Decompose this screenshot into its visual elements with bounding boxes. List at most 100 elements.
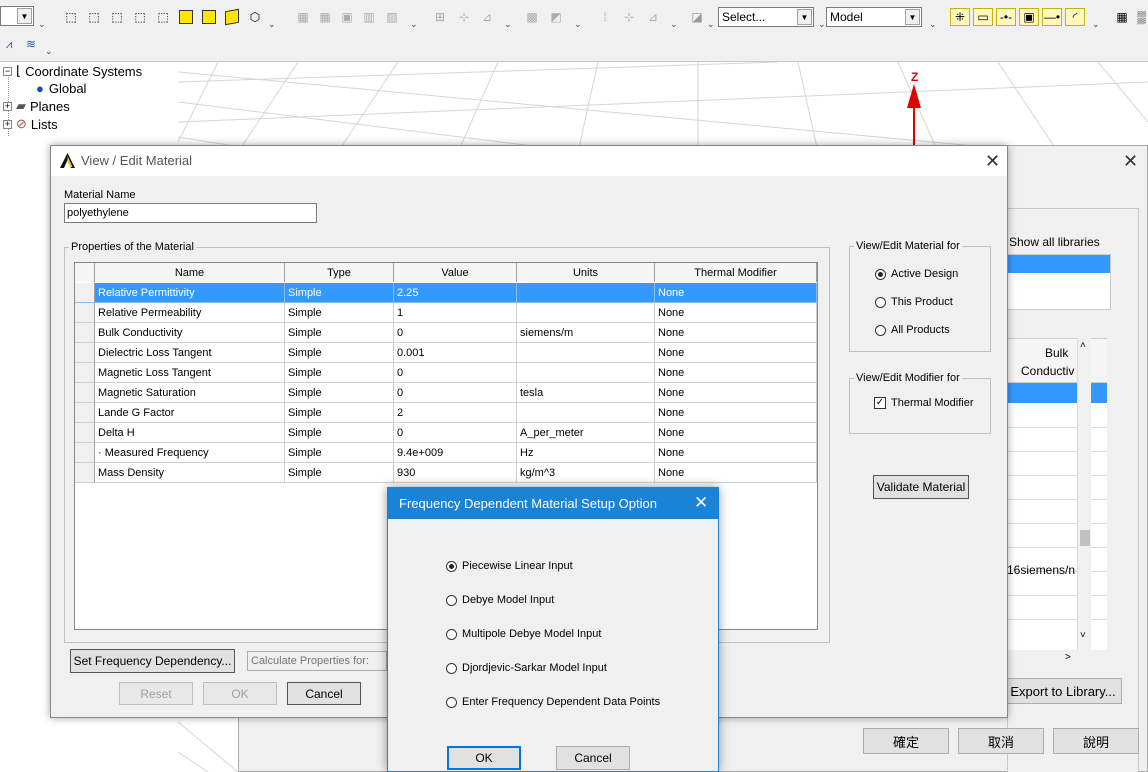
table-row[interactable]: Mass Density Simple 930 kg/m^3 None [75,463,817,483]
help-button[interactable]: 說明 [1053,728,1139,754]
table-cell-units[interactable]: tesla [517,383,655,403]
ok-button[interactable]: OK [203,682,277,705]
table-cell-units[interactable] [517,403,655,423]
row-header[interactable] [75,343,95,363]
show-all-libraries-label[interactable]: Show all libraries [1009,235,1100,249]
radio-debye-model[interactable]: Debye Model Input [446,594,554,606]
table-cell-value[interactable]: 0.001 [394,343,517,363]
column-header-name[interactable]: Name [95,263,285,282]
table-cell-name[interactable]: · Measured Frequency [95,443,285,463]
table-cell-units[interactable]: siemens/m [517,323,655,343]
radio-multipole-debye[interactable]: Multipole Debye Model Input [446,628,601,640]
toolbar-overflow-icon[interactable]: ⌄ [410,20,418,29]
table-cell-units[interactable]: A_per_meter [517,423,655,443]
radio-icon[interactable] [875,296,886,308]
table-cell-value[interactable]: 930 [394,463,517,483]
ok-button[interactable]: OK [447,746,521,770]
snap-quadrant-icon[interactable]: —• [1042,8,1062,26]
box-back-icon[interactable]: ⬚ [110,10,124,24]
toolbar-overflow-icon[interactable]: ⌄ [574,20,582,29]
toolbar-overflow-icon[interactable]: ⌄ [45,47,53,56]
checkmark-icon[interactable]: ✓ [874,397,886,409]
radio-icon[interactable] [875,324,886,336]
column-header-units[interactable]: Units [517,263,655,282]
radio-selected-icon[interactable] [446,560,457,572]
radio-icon[interactable] [446,696,457,708]
table-cell-thermal[interactable]: None [655,363,817,383]
chevron-up-icon[interactable]: ˄ [1080,340,1086,351]
radio-data-points[interactable]: Enter Frequency Dependent Data Points [446,696,660,708]
toolbar-combo-left[interactable]: ▼ [0,6,34,26]
table-cell-name[interactable]: Mass Density [95,463,285,483]
table-row[interactable]: · Measured Frequency Simple 9.4e+009 Hz None [75,443,817,463]
radio-djordjevic-sarkar[interactable]: Djordjevic-Sarkar Model Input [446,662,607,674]
box-trimetric-icon[interactable]: ⬡ [248,10,262,24]
chevron-right-icon[interactable]: > [1065,652,1071,663]
material-name-input[interactable] [64,203,317,223]
table-cell-value[interactable]: 9.4e+009 [394,443,517,463]
snap-face-center-icon[interactable]: ▣ [1019,8,1039,26]
snap-vertex-icon[interactable]: ▭ [973,8,993,26]
table-cell-thermal[interactable]: None [655,383,817,403]
table-cell-type[interactable]: Simple [285,463,394,483]
row-header[interactable] [75,463,95,483]
grid-icon[interactable]: ▦ [1112,8,1132,26]
calculate-properties-field[interactable] [247,651,387,671]
table-cell-value[interactable]: 2 [394,403,517,423]
box-wireframe-icon[interactable]: ⬚ [64,10,78,24]
row-header[interactable] [75,403,95,423]
table-cell-value[interactable]: 2.25 [394,283,517,303]
set-frequency-dependency-button[interactable]: Set Frequency Dependency... [70,649,235,673]
library-list[interactable] [1007,254,1111,310]
radio-this-product[interactable]: This Product [875,296,953,308]
library-list-selected[interactable] [1008,255,1110,273]
expand-icon[interactable]: + [3,119,12,129]
radio-icon[interactable] [446,628,457,640]
table-cell-value[interactable]: 0 [394,363,517,383]
table-cell-name[interactable]: Bulk Conductivity [95,323,285,343]
close-icon[interactable]: ✕ [1123,152,1138,170]
row-header[interactable] [75,283,95,303]
cancel-button[interactable]: 取消 [958,728,1044,754]
row-header[interactable] [75,443,95,463]
radio-piecewise-linear[interactable]: Piecewise Linear Input [446,560,573,572]
thermal-modifier-checkbox[interactable]: ✓ Thermal Modifier [874,397,974,409]
ok-button[interactable]: 確定 [863,728,949,754]
export-to-library-button[interactable]: Export to Library... [1004,678,1122,704]
row-header[interactable] [75,303,95,323]
table-row[interactable]: Relative Permittivity Simple 2.25 None [75,283,817,303]
tree-item-coordinate-systems[interactable]: − ⌊ Coordinate Systems [3,62,142,80]
table-cell-thermal[interactable]: None [655,323,817,343]
tree-item-lists[interactable]: + ⊘ Lists [3,115,58,133]
table-cell-thermal[interactable]: None [655,463,817,483]
table-cell-thermal[interactable]: None [655,283,817,303]
table-cell-name[interactable]: Relative Permeability [95,303,285,323]
table-row[interactable]: Dielectric Loss Tangent Simple 0.001 None [75,343,817,363]
table-cell-value[interactable]: 0 [394,423,517,443]
grid-options-icon[interactable]: ▒ [1135,8,1148,26]
table-row[interactable]: Delta H Simple 0 A_per_meter None [75,423,817,443]
box-left-icon[interactable]: ⬚ [133,10,147,24]
radio-selected-icon[interactable] [875,268,886,280]
toolbar-overflow-icon[interactable]: ⌄ [38,20,46,29]
table-cell-units[interactable] [517,363,655,383]
table-cell-type[interactable]: Simple [285,363,394,383]
row-header[interactable] [75,323,95,343]
table-cell-name[interactable]: Magnetic Loss Tangent [95,363,285,383]
table-cell-name[interactable]: Relative Permittivity [95,283,285,303]
table-cell-value[interactable]: 0 [394,383,517,403]
table-cell-value[interactable]: 0 [394,323,517,343]
table-cell-name[interactable]: Delta H [95,423,285,443]
expand-icon[interactable]: + [3,101,12,111]
table-cell-value[interactable]: 1 [394,303,517,323]
select-mode-combo[interactable]: Select... ▼ [718,7,814,27]
tree-item-global[interactable]: ● Global [36,79,86,97]
snap-edge-center-icon[interactable]: -•- [996,8,1016,26]
row-header[interactable] [75,383,95,403]
column-header-thermal-modifier[interactable]: Thermal Modifier [655,263,817,282]
table-cell-type[interactable]: Simple [285,303,394,323]
toolbar-overflow-icon[interactable]: ⌄ [1092,20,1100,29]
vertical-scrollbar[interactable]: ˄ ˅ [1077,338,1091,650]
snap-grid-icon[interactable]: ⁜ [950,8,970,26]
box-right-icon[interactable]: ⬚ [156,10,170,24]
